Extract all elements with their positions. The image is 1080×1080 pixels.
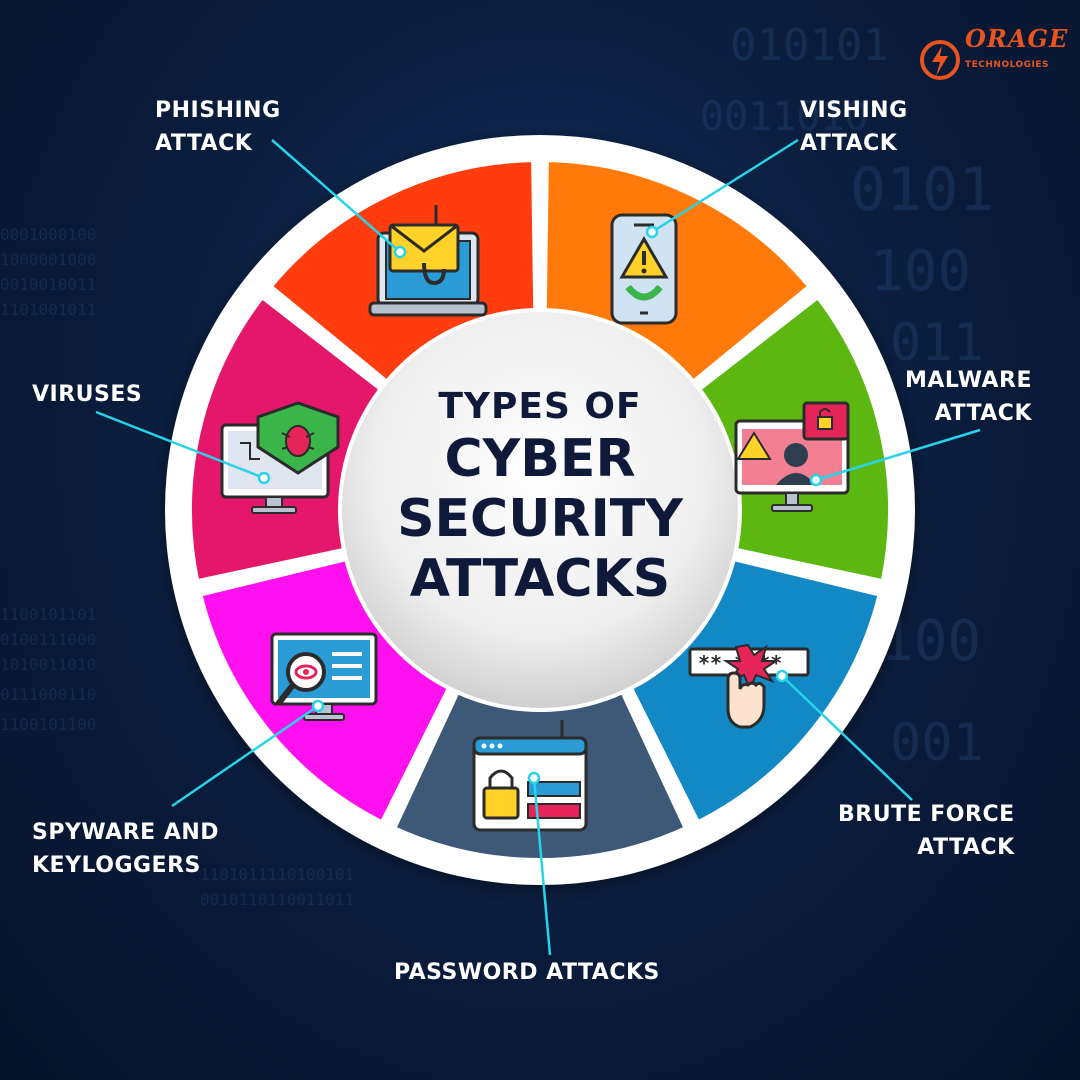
- svg-text:100: 100: [870, 239, 971, 304]
- title-line-1: TYPES OF: [438, 386, 642, 427]
- svg-text:001: 001: [890, 713, 984, 773]
- title-line-4: ATTACKS: [409, 549, 671, 609]
- label-brute-force: BRUTE FORCE ATTACK: [838, 798, 1015, 864]
- brand-logo: ORAGE TECHNOLOGIES: [915, 24, 1067, 84]
- svg-text:0101: 0101: [850, 155, 995, 225]
- svg-text:1100101100: 1100101100: [0, 715, 96, 734]
- label-spyware: SPYWARE AND KEYLOGGERS: [32, 816, 219, 882]
- svg-text:1010011010: 1010011010: [0, 655, 96, 674]
- center-title: TYPES OF CYBER SECURITY ATTACKS: [340, 385, 740, 609]
- svg-text:0111000110: 0111000110: [0, 685, 96, 704]
- label-spyware-line-1: SPYWARE AND: [32, 820, 220, 845]
- label-spyware-line-2: KEYLOGGERS: [32, 853, 201, 878]
- brand-subtitle: TECHNOLOGIES: [965, 60, 1050, 70]
- phone-warning-icon: [610, 213, 678, 325]
- label-vishing: VISHING ATTACK: [800, 94, 908, 160]
- svg-text:1000001000: 1000001000: [0, 250, 96, 269]
- svg-text:1100101101: 1100101101: [0, 605, 96, 624]
- svg-text:0001000100: 0001000100: [0, 225, 96, 244]
- label-malware-line-1: MALWARE: [905, 368, 1033, 393]
- label-password: PASSWORD ATTACKS: [394, 956, 660, 989]
- label-malware-line-2: ATTACK: [934, 401, 1033, 426]
- svg-text:010101: 010101: [730, 20, 889, 71]
- label-vishing-line-1: VISHING: [800, 98, 908, 123]
- svg-text:1101001011: 1101001011: [0, 300, 96, 319]
- label-password-line-1: PASSWORD ATTACKS: [394, 960, 660, 985]
- svg-text:0100111000: 0100111000: [0, 630, 96, 649]
- label-viruses: VIRUSES: [32, 378, 142, 411]
- label-viruses-line-1: VIRUSES: [32, 382, 143, 407]
- label-phishing-line-1: PHISHING: [155, 98, 281, 123]
- title-line-3: SECURITY: [397, 489, 683, 549]
- title-line-2: CYBER: [444, 429, 636, 489]
- label-malware: MALWARE ATTACK: [905, 364, 1032, 430]
- svg-text:0010010011: 0010010011: [0, 275, 96, 294]
- brand-name: ORAGE: [965, 24, 1069, 53]
- label-phishing: PHISHING ATTACK: [155, 94, 281, 160]
- label-brute-force-line-1: BRUTE FORCE: [838, 802, 1015, 827]
- svg-text:0010110110011011: 0010110110011011: [200, 890, 354, 909]
- label-vishing-line-2: ATTACK: [800, 131, 898, 156]
- label-phishing-line-2: ATTACK: [155, 131, 253, 156]
- label-brute-force-line-2: ATTACK: [917, 835, 1015, 860]
- svg-text:1101011110100101: 1101011110100101: [200, 865, 354, 884]
